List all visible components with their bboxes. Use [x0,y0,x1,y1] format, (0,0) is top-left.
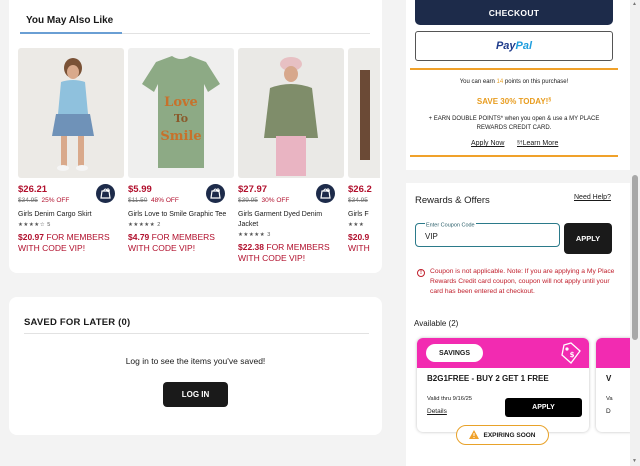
divider [24,333,369,334]
product-discount: 30% OFF [261,197,290,204]
paypal-logo-b: Pal [515,40,533,52]
coupon-code-value: VIP [425,232,438,241]
product-name[interactable]: Girls Love to Smile Graphic Tee [128,210,234,220]
learn-more-link[interactable]: §†Learn More [517,140,558,147]
coupon-error-message: Coupon is not applicable. Note: If you a… [430,268,615,295]
product-image-graphic-tee[interactable]: Love To Smile [128,48,234,178]
product-discount: 48% OFF [151,197,179,204]
coupon-title: V [606,374,612,383]
coupon-code-input[interactable]: Enter Coupon Code VIP [415,222,560,247]
rewards-offers-panel: Rewards & Offers Need Help? Enter Coupon… [406,183,630,466]
member-price: $22.38 [238,242,264,252]
page-scrollbar[interactable]: ▲ ▼ [630,0,640,466]
star-rating: ★★★★☆ [18,222,46,228]
member-price: $20.9 [348,232,370,242]
review-count: 5 [47,222,51,228]
active-tab-underline [20,32,122,34]
product-card[interactable]: $27.97 $39.95 30% OFF Girls Garment Dyed… [238,48,344,264]
product-image-partial[interactable] [348,48,380,178]
recommendations-panel: You May Also Like $26.21 $34.95 25% OFF … [9,0,382,273]
scrollbar-thumb[interactable] [632,175,638,340]
svg-text:$: $ [570,351,575,359]
need-help-link[interactable]: Need Help? [574,194,611,201]
coupon-valid-date: Va [606,396,613,402]
checkout-panel: CHECKOUT Pay Pal You can earn 14 points o… [406,0,630,170]
coupon-details-link[interactable]: D [606,408,611,415]
coupon-card[interactable]: SAVINGS $ B2G1FREE - BUY 2 GET 1 FREE Va… [417,338,589,432]
product-name[interactable]: Girls Denim Cargo Skirt [18,210,124,220]
coupon-valid-date: Valid thru 9/16/25 [427,396,473,402]
rewards-offers-title: Rewards & Offers [415,195,490,206]
coupon-tag-icon: $ [560,341,582,370]
add-to-bag-icon[interactable] [316,184,335,203]
coupon-title: B2G1FREE - BUY 2 GET 1 FREE [427,374,549,383]
product-discount: 25% OFF [41,197,70,204]
coupon-card-header [596,338,630,368]
star-rating: ★★★★★ [128,222,156,228]
earn-points-count: 14 [496,79,504,85]
coupon-card-header: SAVINGS $ [417,338,589,368]
error-icon: ! [417,269,425,277]
product-carousel: $26.21 $34.95 25% OFF Girls Denim Cargo … [18,48,380,273]
checkout-button[interactable]: CHECKOUT [415,0,613,25]
saved-for-later-title: SAVED FOR LATER (0) [24,317,131,328]
rewards-promo-box: You can earn 14 points on this purchase!… [410,68,618,157]
paypal-logo-a: Pay [495,40,516,52]
product-price: $26.2 [348,184,372,195]
log-in-button[interactable]: LOG IN [163,382,228,407]
save-offer: SAVE 30% TODAY!§ [476,97,552,106]
product-original-price: $39.95 [238,197,258,204]
star-rating: ★★★ [348,222,365,228]
product-name[interactable]: Girls F [348,210,380,220]
product-image-denim-jacket[interactable] [238,48,344,178]
apply-coupon-button[interactable]: APPLY [564,223,612,254]
star-rating: ★★★★★ [238,232,266,238]
add-to-bag-icon[interactable] [206,184,225,203]
double-points-text: + EARN DOUBLE POINTS* when you open & us… [428,116,600,131]
earn-points-text: You can earn 14 points on this purchase! [459,79,569,85]
coupon-code-label: Enter Coupon Code [425,222,476,229]
scroll-down-arrow-icon[interactable]: ▼ [632,458,637,464]
svg-text:To: To [174,112,188,125]
apply-offer-button[interactable]: APPLY [505,398,582,417]
add-to-bag-icon[interactable] [96,184,115,203]
review-count: 2 [157,222,161,228]
svg-text:Smile: Smile [160,129,201,144]
member-price: $4.79 [128,232,150,242]
review-count: 3 [267,232,271,238]
warning-icon [469,429,480,441]
product-name[interactable]: Girls Garment Dyed Denim Jacket [238,210,344,230]
coupon-card[interactable]: V Va D [596,338,630,432]
scroll-up-arrow-icon[interactable]: ▲ [632,1,637,7]
coupon-details-link[interactable]: Details [427,408,447,415]
available-coupons-count: Available (2) [414,319,459,328]
paypal-button[interactable]: Pay Pal [415,31,613,61]
product-card[interactable]: $26.21 $34.95 25% OFF Girls Denim Cargo … [18,48,124,254]
member-price-text: WITH [348,243,370,253]
saved-for-later-panel: SAVED FOR LATER (0) Log in to see the it… [9,297,382,435]
member-price: $20.97 [18,232,44,242]
savings-tag: SAVINGS [426,344,483,362]
recommendations-title: You May Also Like [26,15,114,26]
product-original-price: $11.50 [128,197,148,204]
product-image-denim-skirt[interactable] [18,48,124,178]
svg-text:Love: Love [164,95,198,110]
expiring-soon-badge: EXPIRING SOON [456,425,549,445]
apply-now-link[interactable]: Apply Now [471,140,504,147]
product-card[interactable]: Love To Smile $5.99 $11.50 48% OFF Girls… [128,48,234,254]
product-card[interactable]: $26.2 $34.95 Girls F ★★★ $20.9 WITH [348,48,380,254]
product-original-price: $34.95 [18,197,38,204]
saved-for-later-message: Log in to see the items you've saved! [125,356,266,366]
product-original-price: $34.95 [348,197,368,204]
